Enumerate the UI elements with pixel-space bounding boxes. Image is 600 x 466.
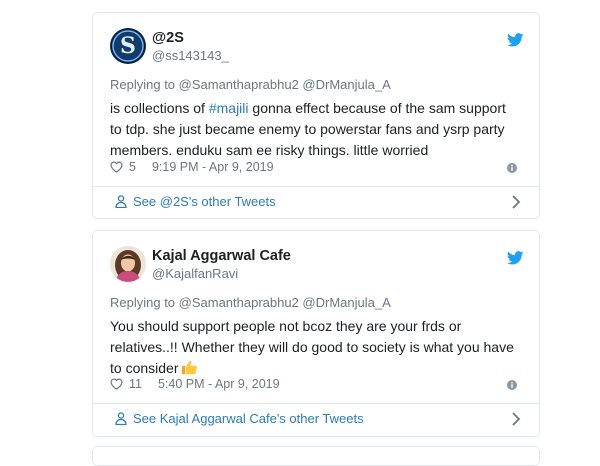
author-handle[interactable]: @KajalfanRavi — [152, 266, 238, 281]
replying-to[interactable]: Replying to @Samanthaprabhu2 @DrManjula_… — [110, 77, 391, 92]
divider — [93, 186, 539, 187]
heart-icon[interactable] — [110, 378, 123, 390]
twitter-bird-icon[interactable] — [507, 251, 524, 265]
see-other-tweets-label[interactable]: See Kajal Aggarwal Cafe's other Tweets — [133, 411, 364, 426]
avatar-kajal[interactable] — [110, 246, 146, 282]
author-name[interactable]: @2S — [152, 30, 184, 46]
tweet-text: You should support people not bcoz they … — [110, 316, 515, 382]
person-icon — [115, 195, 127, 208]
heart-icon[interactable] — [110, 161, 123, 173]
tweet-card-2s: S @2S @ss143143_ Replying to @Samanthapr… — [92, 12, 540, 219]
chevron-right-icon[interactable] — [511, 411, 521, 426]
hashtag-link[interactable]: #majili — [209, 100, 249, 116]
tweet-timestamp[interactable]: 5:40 PM - Apr 9, 2019 — [158, 377, 280, 391]
tweet-text: is collections of #majili gonna effect b… — [110, 100, 506, 158]
see-other-tweets-label[interactable]: See @2S's other Tweets — [133, 194, 276, 209]
see-other-tweets-link[interactable]: See Kajal Aggarwal Cafe's other Tweets — [115, 411, 521, 426]
like-count[interactable]: 5 — [129, 160, 136, 174]
twitter-bird-icon[interactable] — [507, 33, 524, 47]
tweet-card-next — [92, 446, 540, 466]
author-handle[interactable]: @ss143143_ — [152, 48, 229, 63]
svg-text:S: S — [120, 33, 136, 59]
replying-to[interactable]: Replying to @Samanthaprabhu2 @DrManjula_… — [110, 295, 391, 310]
info-icon[interactable] — [507, 163, 517, 173]
avatar-2s[interactable]: S — [110, 28, 146, 64]
tweet-timestamp[interactable]: 9:19 PM - Apr 9, 2019 — [152, 160, 274, 174]
like-count[interactable]: 11 — [129, 377, 142, 391]
person-icon — [115, 412, 127, 425]
tweet-card-kajal: Kajal Aggarwal Cafe @KajalfanRavi Replyi… — [92, 230, 540, 437]
see-other-tweets-link[interactable]: See @2S's other Tweets — [115, 194, 521, 209]
info-icon[interactable] — [507, 380, 517, 390]
chevron-right-icon[interactable] — [511, 194, 521, 209]
tweet-meta: 11 5:40 PM - Apr 9, 2019 — [110, 377, 280, 391]
author-name[interactable]: Kajal Aggarwal Cafe — [152, 248, 291, 264]
divider — [93, 403, 539, 404]
tweet-meta: 5 9:19 PM - Apr 9, 2019 — [110, 160, 274, 174]
